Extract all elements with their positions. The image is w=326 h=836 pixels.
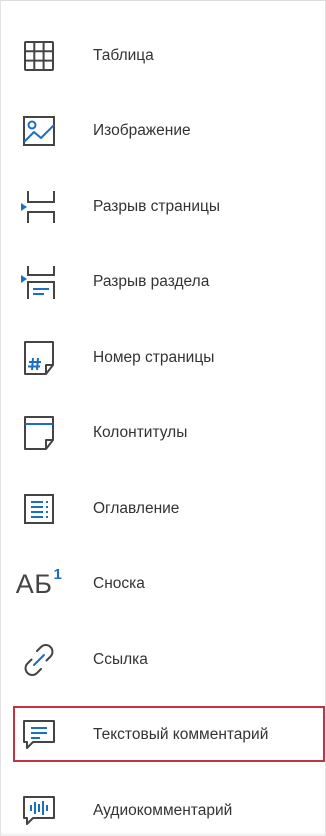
menu-item-section-break[interactable]: Разрыв раздела <box>1 245 325 321</box>
menu-item-label: Ссылка <box>93 650 148 668</box>
menu-item-text-comment[interactable]: Текстовый комментарий <box>1 698 325 774</box>
table-icon <box>19 36 59 76</box>
menu-item-label: Номер страницы <box>93 348 215 366</box>
footnote-icon-text: АБ1 <box>15 565 63 600</box>
footnote-icon: АБ1 <box>16 564 62 604</box>
table-of-contents-icon <box>19 489 59 529</box>
menu-item-label: Разрыв раздела <box>93 273 210 291</box>
menu-item-table[interactable]: Таблица <box>1 18 325 94</box>
footnote-icon-letters: АБ <box>15 568 53 599</box>
page-number-icon <box>19 338 59 378</box>
image-icon <box>19 111 59 151</box>
header-footer-icon <box>19 413 59 453</box>
text-comment-icon <box>19 715 59 755</box>
menu-item-link[interactable]: Ссылка <box>1 622 325 698</box>
menu-item-header-footer[interactable]: Колонтитулы <box>1 396 325 472</box>
insert-menu: Таблица Изображение Разрыв страницы Разр… <box>1 18 325 836</box>
menu-item-label: Аудиокомментарий <box>93 801 233 819</box>
menu-item-page-break[interactable]: Разрыв страницы <box>1 169 325 245</box>
menu-item-label: Разрыв страницы <box>93 197 221 215</box>
page-break-icon <box>19 187 59 227</box>
footnote-icon-number: 1 <box>53 565 63 583</box>
link-icon <box>19 640 59 680</box>
menu-item-page-number[interactable]: Номер страницы <box>1 320 325 396</box>
menu-item-image[interactable]: Изображение <box>1 94 325 170</box>
menu-item-label: Колонтитулы <box>93 424 188 442</box>
menu-item-footnote[interactable]: АБ1 Сноска <box>1 547 325 623</box>
menu-item-label: Сноска <box>93 575 145 593</box>
section-break-icon <box>19 262 59 302</box>
menu-item-label: Таблица <box>93 46 154 64</box>
insert-menu-panel: Таблица Изображение Разрыв страницы Разр… <box>0 0 326 836</box>
menu-item-table-of-contents[interactable]: Оглавление <box>1 471 325 547</box>
audio-comment-icon <box>19 791 59 831</box>
menu-item-audio-comment[interactable]: Аудиокомментарий <box>1 773 325 836</box>
menu-item-label: Оглавление <box>93 499 180 517</box>
menu-item-label: Текстовый комментарий <box>93 726 269 744</box>
menu-item-label: Изображение <box>93 122 191 140</box>
